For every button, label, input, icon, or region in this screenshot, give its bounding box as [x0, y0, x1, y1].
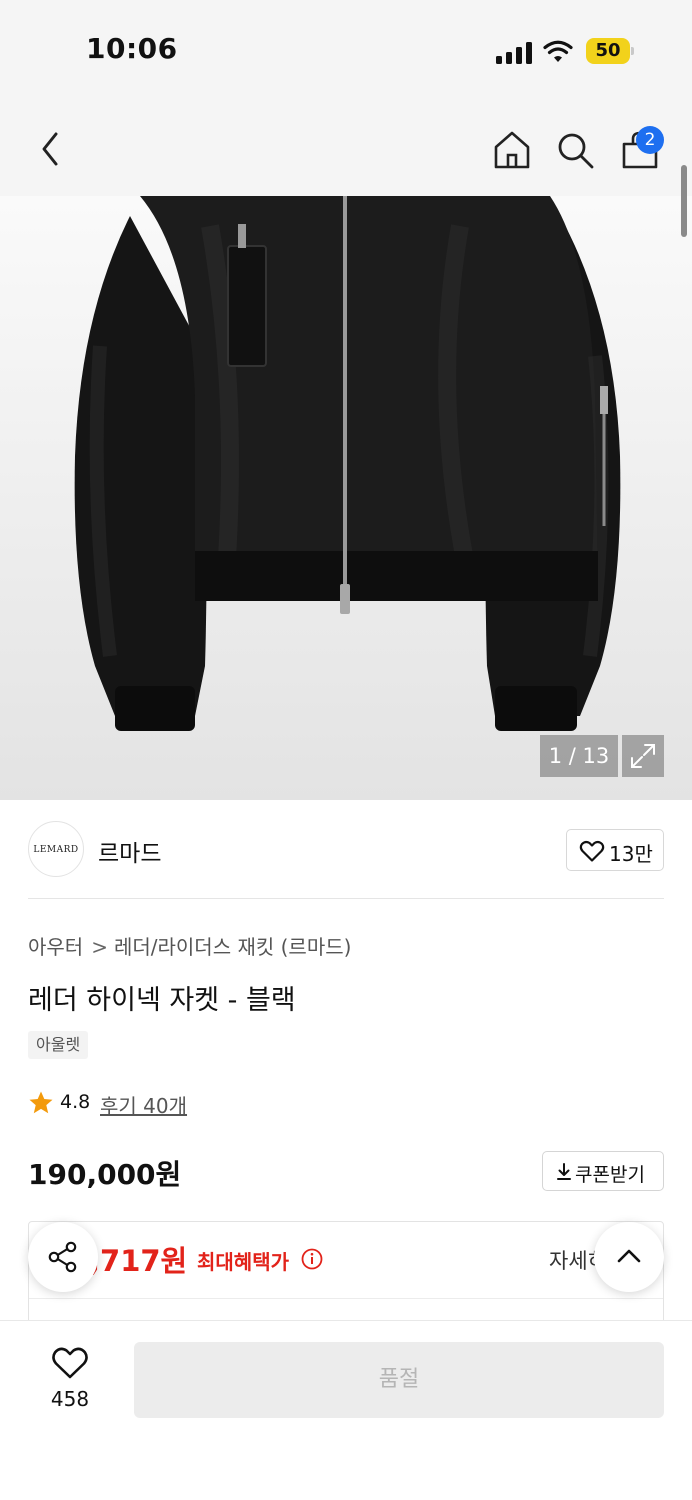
breadcrumb-subcategory[interactable]: 레더/라이더스 재킷 (르마드): [114, 935, 351, 959]
coupon-button[interactable]: 쿠폰받기: [542, 1151, 664, 1191]
product-title: 레더 하이넥 자켓 - 블랙: [28, 985, 296, 1016]
review-link[interactable]: 후기 40개: [100, 1090, 187, 1119]
heart-icon[interactable]: [51, 1345, 89, 1381]
brand-like-count: 13만: [609, 842, 653, 866]
chevron-up-icon: [617, 1249, 641, 1263]
status-time: 10:06: [86, 32, 178, 65]
product-price: 190,000원: [28, 1158, 182, 1191]
brand-like-button[interactable]: 13만: [566, 829, 664, 871]
status-bar: 10:06 50: [0, 0, 692, 100]
battery-level: 50: [595, 40, 621, 61]
brand-logo[interactable]: LEMARD: [28, 821, 84, 877]
battery-indicator: 50: [586, 38, 634, 64]
rating-value: 4.8: [60, 1091, 91, 1113]
search-icon[interactable]: [555, 130, 595, 170]
scroll-top-button[interactable]: [594, 1222, 664, 1292]
signal-icon: [496, 42, 532, 64]
jacket-illustration: [74, 196, 621, 731]
wish-count: 458: [50, 1387, 90, 1411]
home-icon[interactable]: [492, 130, 532, 170]
expand-button[interactable]: [622, 735, 664, 777]
expand-icon: [631, 744, 655, 768]
info-icon[interactable]: [301, 1248, 323, 1270]
heart-icon: [579, 840, 605, 862]
share-button[interactable]: [28, 1222, 98, 1292]
brand-name[interactable]: 르마드: [98, 834, 161, 868]
product-image[interactable]: [0, 196, 692, 800]
back-icon[interactable]: [34, 128, 66, 170]
max-benefit-label: 최대혜택가: [197, 1250, 289, 1274]
max-benefit-price: ,717원: [89, 1244, 188, 1278]
outlet-tag: 아울렛: [28, 1031, 89, 1059]
sold-out-button[interactable]: 품절: [134, 1342, 664, 1418]
benefit-divider: [29, 1298, 663, 1299]
cart-count-badge: 2: [636, 126, 664, 154]
scroll-indicator: [681, 165, 687, 237]
star-icon: [29, 1091, 53, 1114]
image-counter: 1 / 13: [540, 735, 618, 777]
share-icon: [48, 1241, 77, 1273]
breadcrumb: 아우터 > 레더/라이더스 재킷 (르마드): [28, 931, 351, 960]
wifi-icon: [543, 40, 573, 62]
breadcrumb-category[interactable]: 아우터: [28, 935, 83, 959]
breadcrumb-separator: >: [91, 935, 108, 959]
coupon-label: 쿠폰받기: [575, 1164, 645, 1186]
download-icon: [557, 1163, 571, 1180]
divider: [28, 898, 664, 899]
